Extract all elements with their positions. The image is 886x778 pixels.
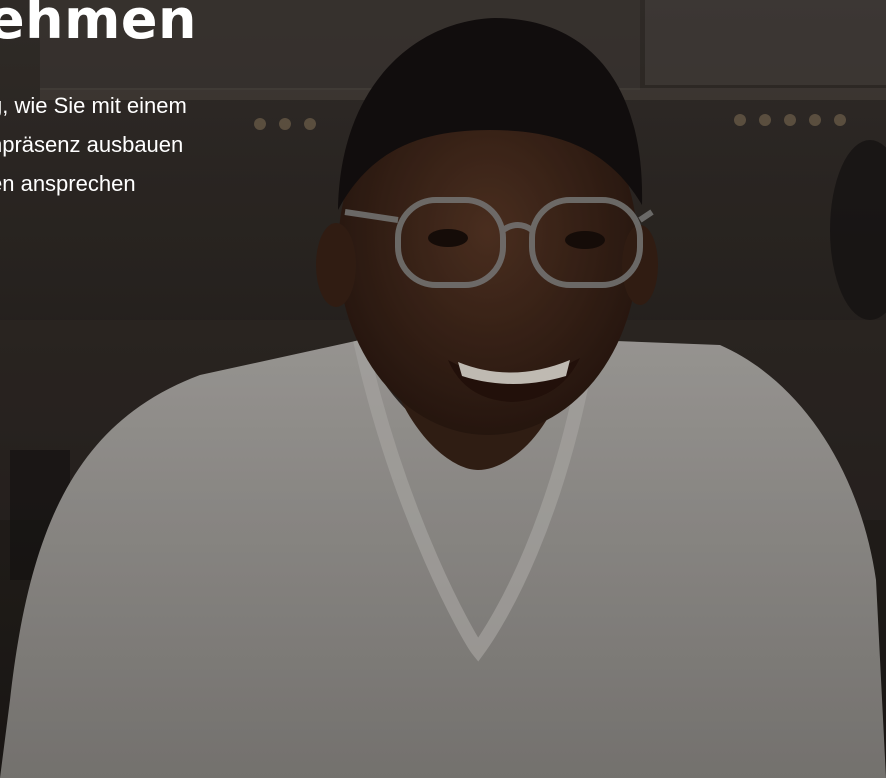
hero-subtext-line: npräsenz ausbauen (0, 132, 184, 157)
hero-subtext: g, wie Sie mit einem npräsenz ausbauen e… (0, 86, 290, 203)
hero-subtext-line: en ansprechen (0, 171, 136, 196)
hero-section: ehmen g, wie Sie mit einem npräsenz ausb… (0, 0, 886, 778)
hero-headline: ehmen (0, 0, 197, 51)
hero-subtext-line: g, wie Sie mit einem (0, 93, 187, 118)
